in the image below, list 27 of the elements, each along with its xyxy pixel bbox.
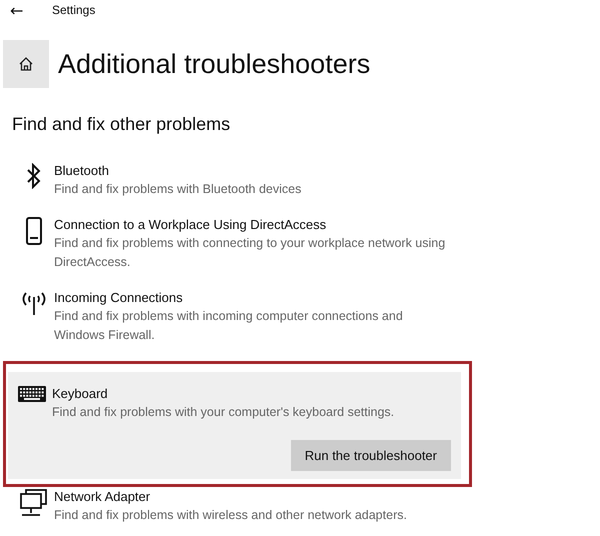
network-icon bbox=[20, 489, 48, 517]
item-title: Bluetooth bbox=[54, 162, 110, 180]
home-button[interactable] bbox=[3, 40, 49, 88]
item-title: Connection to a Workplace Using DirectAccess bbox=[54, 216, 328, 234]
item-title: Keyboard bbox=[52, 385, 109, 403]
item-title: Network Adapter bbox=[54, 488, 152, 506]
phone-icon bbox=[26, 217, 42, 245]
page-title: Additional troubleshooters bbox=[58, 48, 370, 80]
item-description: Find and fix problems with your computer's keyboard settings. bbox=[52, 404, 396, 421]
back-button[interactable]: ← bbox=[10, 0, 32, 20]
bluetooth-icon bbox=[27, 163, 41, 189]
troubleshooter-item[interactable]: Network Adapter Find and fix problems with wireless and other network adapters. bbox=[0, 487, 600, 525]
troubleshooter-item[interactable]: Incoming Connections Find and fix problems with incoming computer connections and Windows Firewall. bbox=[0, 288, 600, 345]
item-description: Find and fix problems with incoming computer connections and Windows Firewall. bbox=[54, 308, 404, 344]
item-description: Find and fix problems with connecting to your workplace network using DirectAccess. bbox=[54, 235, 446, 271]
item-description: Find and fix problems with wireless and other network adapters. bbox=[54, 507, 408, 524]
antenna-icon bbox=[20, 290, 48, 316]
run-troubleshooter-button[interactable]: Run the troubleshooter bbox=[290, 440, 451, 471]
item-title: Incoming Connections bbox=[54, 289, 184, 307]
home-icon bbox=[18, 56, 34, 72]
troubleshooter-item[interactable]: Bluetooth Find and fix problems with Bluetooth devices bbox=[0, 161, 600, 199]
window-title: Settings bbox=[52, 3, 96, 17]
troubleshooter-item[interactable]: Connection to a Workplace Using DirectAccess Find and fix problems with connecting to your workplace network using DirectAccess. bbox=[0, 215, 600, 272]
keyboard-icon bbox=[18, 386, 46, 402]
section-heading: Find and fix other problems bbox=[12, 114, 232, 135]
troubleshooter-item[interactable]: Keyboard Find and fix problems with your computer's keyboard settings. Run the troubleshooter bbox=[8, 372, 461, 479]
item-description: Find and fix problems with Bluetooth devices bbox=[54, 181, 302, 198]
